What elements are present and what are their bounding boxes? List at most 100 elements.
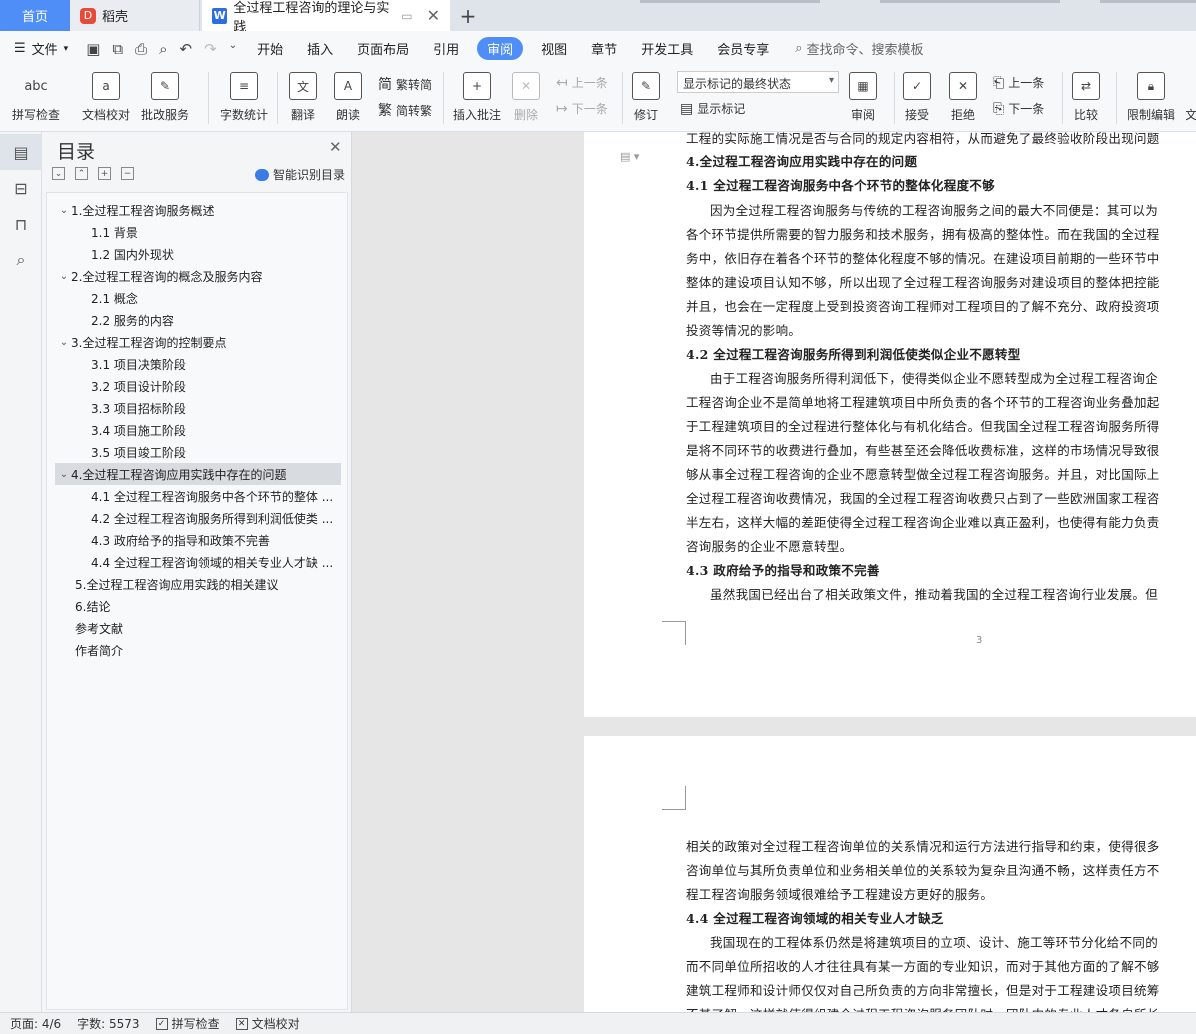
menu-view[interactable]: 视图 <box>529 39 579 58</box>
undo-icon[interactable]: ↶ <box>180 40 193 58</box>
menu-insert[interactable]: 插入 <box>295 39 345 58</box>
spell-check-label: 拼写检查 <box>12 108 61 122</box>
pin-icon[interactable]: ▭ <box>401 9 412 23</box>
doc-outline-icon[interactable]: ▤ ▾ <box>620 150 639 163</box>
menu-member[interactable]: 会员专享 <box>705 39 781 58</box>
command-search[interactable]: ⌕ 查找命令、搜索模板 <box>781 39 923 58</box>
toc-item[interactable]: 1.2 国内外现状 <box>91 243 391 265</box>
toc-item[interactable]: 参考文献 <box>75 617 375 639</box>
markup-mode-select[interactable]: 显示标记的最终状态 <box>677 71 839 93</box>
toc-item[interactable]: 3.5 项目竣工阶段 <box>91 441 391 463</box>
remove-level-icon[interactable]: − <box>121 167 134 180</box>
restrict-edit-button[interactable]: 🔒︎ 限制编辑 <box>1127 72 1175 123</box>
menu-developer[interactable]: 开发工具 <box>629 39 705 58</box>
menu-review[interactable]: 审阅 <box>477 37 524 60</box>
page[interactable]: 相关的政策对全过程工程咨询单位的关系情况和运行方法进行指导和约束，使得很多 咨询… <box>584 736 1196 1012</box>
close-icon[interactable]: ✕ <box>329 138 342 156</box>
toc-item[interactable]: 5.全过程工程咨询应用实践的相关建议 <box>75 573 375 595</box>
toc-panel-icon[interactable]: ▤ <box>0 134 42 170</box>
next-change-button[interactable]: ⎘ 下一条 <box>993 100 1044 117</box>
toc-item[interactable]: 4.3 政府给予的指导和政策不完善 <box>91 529 391 551</box>
doc-proof-button[interactable]: a 文档校对 <box>82 72 130 123</box>
tab-stub <box>1100 0 1196 3</box>
restrict-edit-label: 限制编辑 <box>1127 108 1176 122</box>
tab-daoke-label: 稻壳 <box>102 10 129 25</box>
show-markup-button[interactable]: ▤ 显示标记 <box>680 100 745 117</box>
toc-item[interactable]: 1.1 背景 <box>91 221 391 243</box>
page[interactable]: ▤ ▾ 工程的实际施工情况是否与合同的规定内容相符，从而避免了最终验收阶段出现问… <box>584 132 1196 717</box>
track-changes-label: 修订 <box>633 108 658 122</box>
add-level-icon[interactable]: + <box>98 167 111 180</box>
review-pane-button[interactable]: ▦ 审阅 <box>849 72 877 123</box>
trad-to-simp-button[interactable]: 简 繁转简 <box>378 74 432 94</box>
status-spell-check[interactable]: ✓ 拼写检查 <box>155 1015 220 1032</box>
redo-icon[interactable]: ↷ <box>204 40 217 58</box>
delete-comment-button[interactable]: ✕ 删除 <box>512 72 540 123</box>
menu-references[interactable]: 引用 <box>421 39 471 58</box>
toc-item[interactable]: 2.2 服务的内容 <box>91 309 391 331</box>
print-preview-icon[interactable]: ⌕ <box>159 40 167 58</box>
simp-to-trad-button[interactable]: 繁 简转繁 <box>378 100 432 120</box>
export-icon[interactable]: ⧉ <box>112 40 123 58</box>
toc-item[interactable]: 4.2 全过程工程咨询服务所得到利润低使类 ... <box>91 507 391 529</box>
insert-comment-button[interactable]: + 插入批注 <box>453 72 501 123</box>
close-tab-icon[interactable]: ✕ <box>427 6 440 25</box>
save-icon[interactable]: ▣ <box>86 40 100 58</box>
word-count-indicator[interactable]: 字数: 5573 <box>77 1015 139 1032</box>
toc-item[interactable]: ⌄ 3.全过程工程咨询的控制要点 <box>57 331 357 353</box>
toc-item-selected[interactable]: ⌄ 4.全过程工程咨询应用实践中存在的问题 <box>55 463 341 485</box>
toc-item[interactable]: 3.4 项目施工阶段 <box>91 419 391 441</box>
translate-button[interactable]: 文 翻译 <box>289 72 317 123</box>
prev-change-button[interactable]: ⎗ 上一条 <box>993 74 1044 91</box>
next-comment-button[interactable]: ↦ 下一条 <box>556 100 608 117</box>
search-icon[interactable]: ⌕ <box>0 242 42 278</box>
menu-chapter[interactable]: 章节 <box>579 39 629 58</box>
file-menu[interactable]: ☰ 文件 ▾ <box>0 39 78 58</box>
collapse-all-icon[interactable]: ⌄ <box>52 167 65 180</box>
prev-comment-button[interactable]: ↤ 上一条 <box>556 74 608 91</box>
separator <box>277 72 278 124</box>
separator <box>1116 72 1117 124</box>
bookmark-icon[interactable]: ⊓ <box>0 206 42 242</box>
menu-layout[interactable]: 页面布局 <box>345 39 421 58</box>
document-protect-button[interactable]: 文 <box>1186 72 1196 123</box>
tab-home[interactable]: 首页 <box>0 0 70 31</box>
toc-item[interactable]: 3.2 项目设计阶段 <box>91 375 391 397</box>
status-doc-proof[interactable]: ✕ 文档校对 <box>235 1015 300 1032</box>
track-changes-button[interactable]: ✎ 修订 <box>632 72 660 123</box>
toc-item-label: 3.4 项目施工阶段 <box>91 423 186 438</box>
toc-item[interactable]: ⌄ 2.全过程工程咨询的概念及服务内容 <box>57 265 357 287</box>
toc-item[interactable]: 2.1 概念 <box>91 287 391 309</box>
word-count-button[interactable]: ≡ 字数统计 <box>220 72 268 123</box>
paragraph-line: 工程咨询企业不是简单地将工程建筑项目中所负责的各个环节的工程咨询业务叠加起 <box>686 395 1160 410</box>
toc-item[interactable]: 4.4 全过程工程咨询领域的相关专业人才缺 ... <box>91 551 391 573</box>
toc-item-label: 4.3 政府给予的指导和政策不完善 <box>91 533 270 548</box>
menu-start[interactable]: 开始 <box>245 39 295 58</box>
navigation-icon[interactable]: ⊟ <box>0 170 42 206</box>
print-icon[interactable]: ⎙ <box>135 40 147 58</box>
page-indicator[interactable]: 页面: 4/6 <box>10 1015 61 1032</box>
toc-item[interactable]: 6.结论 <box>75 595 375 617</box>
tab-home-label: 首页 <box>21 10 48 25</box>
expand-all-icon[interactable]: ⌃ <box>75 167 88 180</box>
tab-active-document[interactable]: W 全过程工程咨询的理论与实践 ▭ ✕ <box>202 0 450 35</box>
toc-item[interactable]: 作者简介 <box>75 639 375 661</box>
read-aloud-button[interactable]: A 朗读 <box>334 72 362 123</box>
toc-item[interactable]: 3.1 项目决策阶段 <box>91 353 391 375</box>
toc-item[interactable]: 3.3 项目招标阶段 <box>91 397 391 419</box>
compare-button[interactable]: ⇄ 比较 <box>1072 72 1100 123</box>
paragraph-line: 建筑工程师和设计师仅仅对自己所负责的方向非常擅长，但是对于工程建设项目统筹 <box>686 983 1160 998</box>
more-icon[interactable]: ⌄ <box>229 40 237 58</box>
tab-daoke[interactable]: D 稻壳 <box>70 0 200 31</box>
ai-toc-button[interactable]: 智能识别目录 <box>255 166 345 183</box>
toc-item[interactable]: 4.1 全过程工程咨询服务中各个环节的整体 ... <box>91 485 391 507</box>
spell-check-button[interactable]: abc 拼写检查 <box>12 72 60 123</box>
accept-button[interactable]: ✓ 接受 <box>903 72 931 123</box>
paragraph-line: 相关的政策对全过程工程咨询单位的关系情况和运行方法进行指导和约束，使得很多 <box>686 839 1160 854</box>
toc-item[interactable]: ⌄ 1.全过程工程咨询服务概述 <box>57 199 357 221</box>
paragraph-line: 全过程工程咨询收费情况，我国的全过程工程咨询收费只占到了一些欧洲国家工程咨 <box>686 491 1160 506</box>
batch-service-button[interactable]: ✎ 批改服务 <box>141 72 189 123</box>
reject-button[interactable]: ✕ 拒绝 <box>949 72 977 123</box>
document-area[interactable]: ▤ ▾ 工程的实际施工情况是否与合同的规定内容相符，从而避免了最终验收阶段出现问… <box>352 132 1196 1012</box>
new-tab-button[interactable]: + <box>450 0 486 31</box>
